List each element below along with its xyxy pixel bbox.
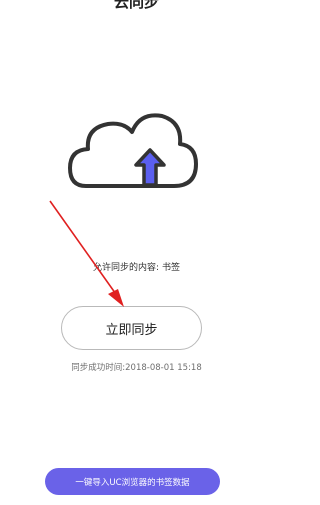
cloud-upload-icon [68,113,198,188]
sync-now-button-label: 立即同步 [105,322,158,338]
page-title: 云同步 [113,0,159,11]
sync-content-label: 允许同步的内容: 书签 [93,263,180,273]
import-uc-bookmarks-button[interactable]: 一键导入UC浏览器的书签数据 [45,468,220,495]
import-uc-bookmarks-label: 一键导入UC浏览器的书签数据 [75,477,190,488]
last-sync-time: 同步成功时间:2018-08-01 15:18 [71,363,202,373]
cloud-sync-screen: 云同步 允许同步的内容: 书签 立即同步 同步成功时间:2018-08-01 1… [0,0,273,505]
sync-now-button[interactable]: 立即同步 [61,306,202,350]
red-arrow-annotation-icon [49,200,124,307]
